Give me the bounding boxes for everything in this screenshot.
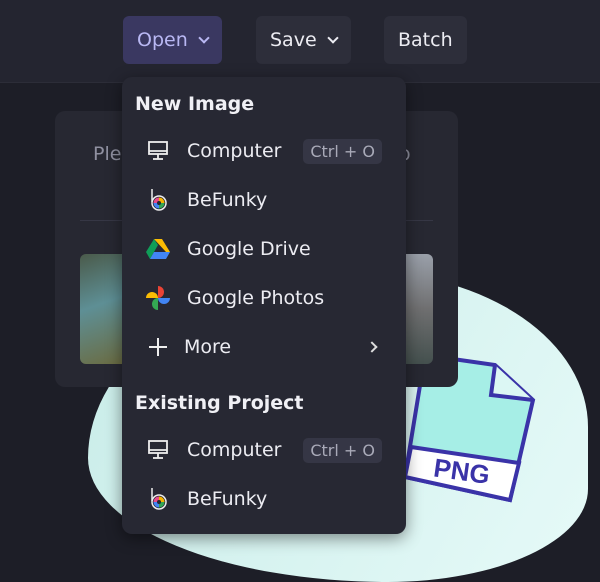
top-toolbar: Open Save Batch <box>0 0 600 83</box>
save-button[interactable]: Save <box>256 16 351 64</box>
menu-item-label: Computer <box>187 439 282 461</box>
menu-item-label: Google Photos <box>187 287 325 309</box>
chevron-right-icon <box>366 341 378 353</box>
menu-item-label: Google Drive <box>187 238 311 260</box>
menu-item-google-photos[interactable]: Google Photos <box>122 276 406 320</box>
batch-button[interactable]: Batch <box>384 16 467 64</box>
chevron-down-icon <box>326 31 339 44</box>
menu-item-existing-computer[interactable]: Computer Ctrl + O <box>122 428 406 472</box>
open-label: Open <box>137 29 188 51</box>
menu-item-label: BeFunky <box>187 189 268 211</box>
menu-item-label: BeFunky <box>187 488 268 510</box>
panel-text-left: Ple <box>93 143 122 165</box>
monitor-icon <box>146 139 170 163</box>
batch-label: Batch <box>398 29 453 51</box>
menu-item-google-drive[interactable]: Google Drive <box>122 227 406 271</box>
menu-item-new-computer[interactable]: Computer Ctrl + O <box>122 129 406 173</box>
menu-item-label: Computer <box>187 140 282 162</box>
open-dropdown-menu: New Image Computer Ctrl + O BeFunky Goog… <box>122 77 406 534</box>
shortcut-badge: Ctrl + O <box>303 138 382 164</box>
new-image-header: New Image <box>135 93 255 115</box>
monitor-icon <box>146 438 170 462</box>
menu-item-label: More <box>184 336 232 358</box>
shortcut-badge: Ctrl + O <box>303 437 382 463</box>
existing-project-header: Existing Project <box>135 392 304 414</box>
google-photos-icon <box>146 286 170 310</box>
chevron-down-icon <box>198 31 210 44</box>
menu-item-existing-befunky[interactable]: BeFunky <box>122 477 406 521</box>
befunky-logo-icon <box>146 487 170 511</box>
google-drive-icon <box>146 237 170 261</box>
save-label: Save <box>270 29 317 51</box>
befunky-logo-icon <box>146 188 170 212</box>
menu-item-more[interactable]: More <box>122 325 406 369</box>
plus-icon <box>146 335 170 359</box>
menu-item-new-befunky[interactable]: BeFunky <box>122 178 406 222</box>
open-button[interactable]: Open <box>123 16 222 64</box>
